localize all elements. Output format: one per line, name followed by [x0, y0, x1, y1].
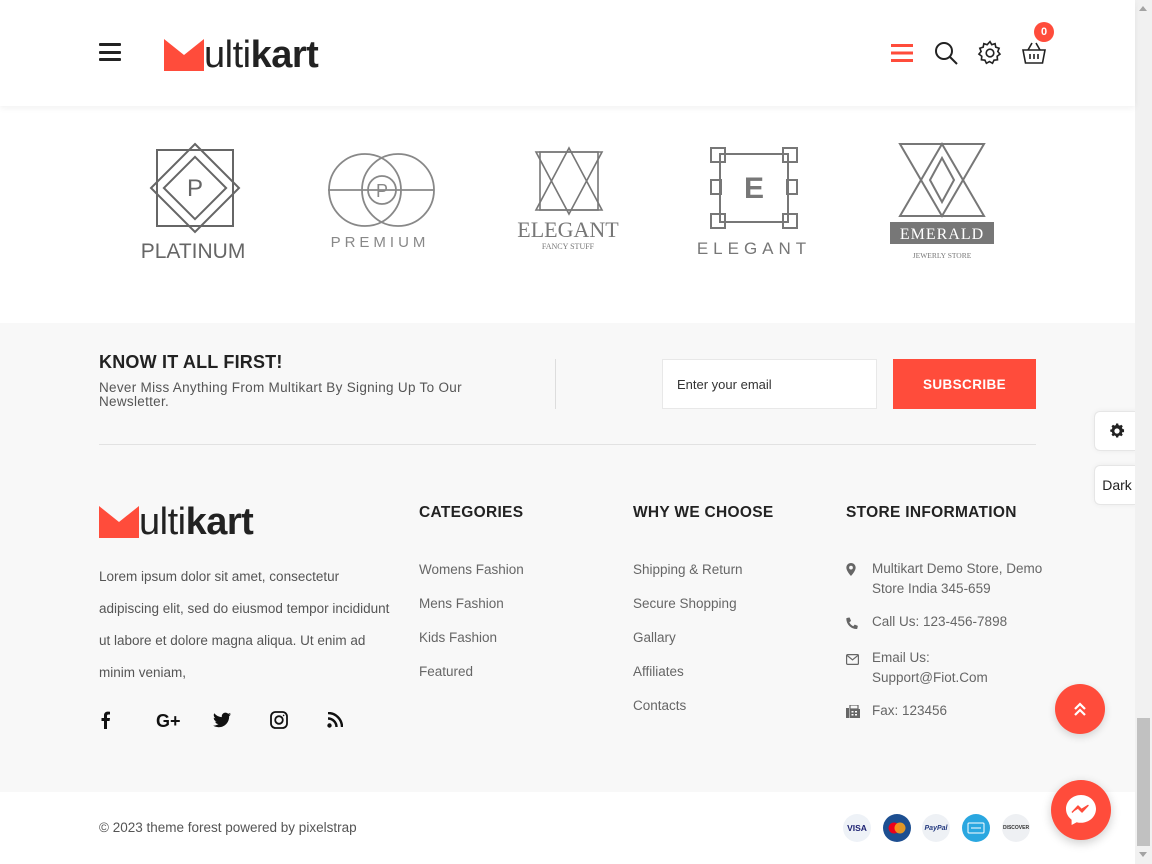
footer-link-kids-fashion[interactable]: Kids Fashion [419, 628, 524, 662]
instagram-icon[interactable] [270, 708, 327, 732]
google-plus-icon[interactable]: G+ [156, 708, 213, 732]
store-email-text: Email Us: Support@Fiot.Com [872, 650, 988, 685]
footer-logo-text-bold: kart [185, 501, 254, 543]
menu-icon[interactable] [99, 43, 121, 61]
store-information: Multikart Demo Store, Demo Store India 3… [846, 559, 1046, 737]
gear-icon[interactable] [968, 38, 1012, 68]
search-icon[interactable] [924, 38, 968, 68]
category-menu-icon[interactable] [880, 38, 924, 68]
brand-logo-elegant-e[interactable]: E ELEGANT [694, 140, 814, 270]
map-marker-icon [846, 559, 872, 599]
scroll-down-arrow-icon[interactable] [1139, 852, 1147, 857]
cart-icon[interactable]: 0 [1012, 22, 1056, 68]
brand-elegant-fancy-tagline: FANCY STUFF [542, 242, 595, 251]
brand-elegant-letter: E [744, 172, 764, 205]
store-phone-text: Call Us: 123-456-7898 [872, 614, 1008, 629]
store-fax-text: Fax: 123456 [872, 703, 948, 718]
paypal-label: PayPal [924, 824, 948, 832]
double-chevron-up-icon [1074, 702, 1086, 716]
brand-logo-platinum[interactable]: P PLATINUM [135, 140, 255, 270]
phone-icon [846, 612, 872, 635]
cart-count-badge: 0 [1034, 22, 1054, 42]
footer-logo[interactable]: ultikart [99, 501, 254, 543]
twitter-icon[interactable] [213, 708, 270, 732]
fax-icon [846, 701, 872, 724]
newsletter-divider [555, 359, 556, 409]
amex-icon [962, 814, 990, 842]
footer-divider [99, 444, 1036, 445]
brand-logo-emerald[interactable]: EMERALD JEWERLY STORE [882, 140, 1002, 270]
discover-label: DISCOVER [1002, 825, 1030, 831]
envelope-icon [846, 648, 872, 688]
facebook-icon[interactable] [99, 708, 156, 732]
logo-text-bold: kart [250, 34, 319, 76]
footer-about-text: Lorem ipsum dolor sit amet, consectetur … [99, 569, 390, 680]
footer-link-contacts[interactable]: Contacts [633, 696, 743, 730]
store-information-title: STORE INFORMATION [846, 504, 1017, 521]
page-scrollbar[interactable] [1135, 0, 1152, 864]
brand-logo-premium[interactable]: P PREMIUM [320, 140, 440, 270]
footer-link-affiliates[interactable]: Affiliates [633, 662, 743, 696]
store-address-text: Multikart Demo Store, Demo Store India 3… [872, 561, 1043, 596]
footer-link-mens-fashion[interactable]: Mens Fashion [419, 594, 524, 628]
footer-link-womens-fashion[interactable]: Womens Fashion [419, 560, 524, 594]
brand-logo-elegant-fancy[interactable]: ELEGANT FANCY STUFF [508, 140, 628, 270]
social-links: G+ [99, 708, 384, 732]
email-input[interactable] [662, 359, 877, 409]
store-phone: Call Us: 123-456-7898 [846, 612, 1046, 635]
brand-platinum-name: PLATINUM [141, 240, 246, 263]
theme-settings-button[interactable] [1094, 411, 1139, 451]
footer-link-secure-shopping[interactable]: Secure Shopping [633, 594, 743, 628]
visa-label: VISA [847, 823, 867, 833]
messenger-chat-button[interactable] [1051, 780, 1111, 840]
brand-platinum-letter: P [187, 175, 203, 202]
site-header: ultikart 0 [0, 0, 1135, 106]
store-fax: Fax: 123456 [846, 701, 1046, 724]
brand-elegant-name: ELEGANT [697, 239, 811, 258]
svg-text:G+: G+ [156, 711, 181, 729]
logo-mark-icon [164, 39, 204, 71]
visa-icon: VISA [843, 814, 871, 842]
footer-logo-text-light: ulti [139, 501, 186, 543]
why-we-choose-list: Shipping & Return Secure Shopping Gallar… [633, 560, 743, 730]
brand-emerald-tagline: JEWERLY STORE [913, 251, 972, 260]
dark-mode-toggle[interactable]: Dark [1094, 465, 1139, 505]
discover-icon: DISCOVER [1002, 814, 1030, 842]
paypal-icon: PayPal [922, 814, 950, 842]
brand-premium-name: PREMIUM [331, 234, 430, 251]
site-logo[interactable]: ultikart [164, 34, 319, 76]
logo-text-light: ulti [204, 34, 251, 76]
newsletter-subtitle: Never Miss Anything From Multikart By Si… [99, 380, 462, 409]
footer-link-gallary[interactable]: Gallary [633, 628, 743, 662]
footer-link-featured[interactable]: Featured [419, 662, 524, 696]
brand-emerald-name: EMERALD [900, 226, 984, 243]
copyright-text: © 2023 theme forest powered by pixelstra… [99, 820, 357, 835]
header-actions: 0 [880, 22, 1056, 68]
site-footer: KNOW IT ALL FIRST! Never Miss Anything F… [0, 323, 1135, 792]
why-we-choose-title: WHY WE CHOOSE [633, 504, 774, 521]
brand-premium-letter: P [376, 181, 388, 201]
footer-bottom-bar: © 2023 theme forest powered by pixelstra… [0, 792, 1135, 864]
gear-icon [1110, 423, 1125, 438]
subscribe-button[interactable]: SUBSCRIBE [893, 359, 1036, 409]
dark-mode-label: Dark [1102, 477, 1132, 493]
scroll-to-top-button[interactable] [1055, 684, 1105, 734]
logo-mark-icon [99, 506, 139, 538]
footer-link-shipping-return[interactable]: Shipping & Return [633, 560, 743, 594]
scrollbar-thumb[interactable] [1137, 718, 1150, 846]
messenger-icon [1066, 795, 1096, 825]
mastercard-icon [883, 814, 911, 842]
scroll-up-arrow-icon[interactable] [1139, 6, 1147, 11]
store-address: Multikart Demo Store, Demo Store India 3… [846, 559, 1046, 599]
categories-title: CATEGORIES [419, 504, 524, 521]
rss-icon[interactable] [327, 708, 384, 732]
categories-list: Womens Fashion Mens Fashion Kids Fashion… [419, 560, 524, 696]
brand-elegant-fancy-name: ELEGANT [517, 217, 619, 242]
newsletter-title: KNOW IT ALL FIRST! [99, 352, 283, 372]
store-email: Email Us: Support@Fiot.Com [846, 648, 1046, 688]
